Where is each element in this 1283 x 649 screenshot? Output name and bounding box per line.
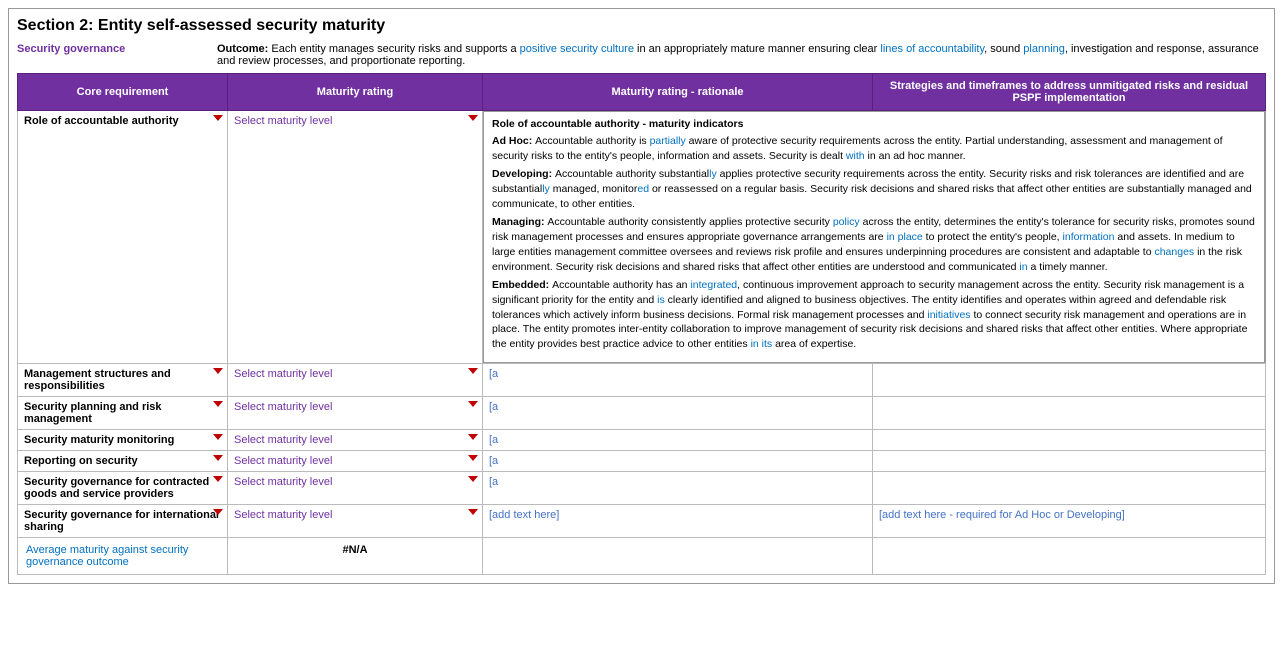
strategies-cell-5[interactable] <box>873 450 1266 471</box>
tooltip-section-adhoc: Ad Hoc: Accountable authority is partial… <box>492 134 1256 163</box>
section-title: Section 2: Entity self-assessed security… <box>17 17 1266 35</box>
tooltip-section-embedded: Embedded: Accountable authority has an i… <box>492 278 1256 351</box>
average-strategies-cell <box>873 537 1266 574</box>
tooltip-label-managing: Managing: <box>492 216 547 228</box>
maturity-cell-2[interactable]: Select maturity level <box>228 363 483 396</box>
tooltip-section-managing: Managing: Accountable authority consiste… <box>492 215 1256 274</box>
maturity-cell-3[interactable]: Select maturity level <box>228 396 483 429</box>
strategies-cell-7[interactable]: [add text here - required for Ad Hoc or … <box>873 504 1266 537</box>
table-row: Security maturity monitoring Select matu… <box>18 429 1266 450</box>
select-maturity-3[interactable]: Select maturity level <box>234 401 332 413</box>
maturity-cell-6[interactable]: Select maturity level <box>228 471 483 504</box>
governance-label: Security governance <box>17 43 217 67</box>
tooltip-box: Role of accountable authority - maturity… <box>483 111 1265 363</box>
core-req-label-7: Security governance for international sh… <box>24 509 219 533</box>
outcome-prefix: Outcome: <box>217 43 268 55</box>
average-label-cell: Average maturity against security govern… <box>18 537 228 574</box>
core-req-cell-6: Security governance for contracted goods… <box>18 471 228 504</box>
tooltip-title: Role of accountable authority - maturity… <box>492 118 1256 130</box>
tooltip-label-adhoc: Ad Hoc: <box>492 135 535 147</box>
select-maturity-5[interactable]: Select maturity level <box>234 455 332 467</box>
average-rationale-cell <box>483 537 873 574</box>
tooltip-text-managing: Accountable authority consistently appli… <box>492 216 1255 272</box>
select-maturity-7[interactable]: Select maturity level <box>234 509 332 521</box>
select-maturity-2[interactable]: Select maturity level <box>234 368 332 380</box>
core-req-label-2: Management structures and responsibiliti… <box>24 368 171 392</box>
table-row: Security governance for contracted goods… <box>18 471 1266 504</box>
core-req-cell-5: Reporting on security <box>18 450 228 471</box>
tooltip-section-developing: Developing: Accountable authority substa… <box>492 167 1256 211</box>
average-row: Average maturity against security govern… <box>18 537 1266 574</box>
average-value: #N/A <box>342 544 367 556</box>
outcome-row: Security governance Outcome: Each entity… <box>17 43 1266 67</box>
rationale-placeholder-4[interactable]: [a <box>489 434 498 446</box>
col-header-rationale: Maturity rating - rationale <box>483 74 873 111</box>
average-value-cell: #N/A <box>228 537 483 574</box>
table-row: Reporting on security Select maturity le… <box>18 450 1266 471</box>
strategies-cell-2[interactable] <box>873 363 1266 396</box>
rationale-cell-4[interactable]: [a <box>483 429 873 450</box>
core-req-label-1: Role of accountable authority <box>24 115 179 127</box>
select-maturity-4[interactable]: Select maturity level <box>234 434 332 446</box>
page-container: Section 2: Entity self-assessed security… <box>8 8 1275 584</box>
core-req-cell-4: Security maturity monitoring <box>18 429 228 450</box>
rationale-placeholder-2[interactable]: [a <box>489 368 498 380</box>
strategies-cell-4[interactable] <box>873 429 1266 450</box>
rationale-tooltip-cell-1: Role of accountable authority - maturity… <box>483 111 1266 364</box>
rationale-placeholder-7[interactable]: [add text here] <box>489 509 559 521</box>
maturity-cell-5[interactable]: Select maturity level <box>228 450 483 471</box>
rationale-placeholder-6[interactable]: [a <box>489 476 498 488</box>
select-maturity-6[interactable]: Select maturity level <box>234 476 332 488</box>
col-header-maturity-rating: Maturity rating <box>228 74 483 111</box>
col-header-core-req: Core requirement <box>18 74 228 111</box>
core-req-cell-3: Security planning and risk management <box>18 396 228 429</box>
rationale-cell-6[interactable]: [a <box>483 471 873 504</box>
select-maturity-1[interactable]: Select maturity level <box>234 115 332 127</box>
rationale-placeholder-3[interactable]: [a <box>489 401 498 413</box>
tooltip-label-embedded: Embedded: <box>492 279 552 291</box>
table-row: Security planning and risk management Se… <box>18 396 1266 429</box>
col-header-strategies: Strategies and timeframes to address unm… <box>873 74 1266 111</box>
rationale-cell-2[interactable]: [a <box>483 363 873 396</box>
average-label: Average maturity against security govern… <box>26 544 188 568</box>
rationale-cell-7[interactable]: [add text here] <box>483 504 873 537</box>
maturity-cell-1[interactable]: Select maturity level <box>228 111 483 364</box>
table-row: Security governance for international sh… <box>18 504 1266 537</box>
core-req-label-3: Security planning and risk management <box>24 401 162 425</box>
outcome-text: Outcome: Each entity manages security ri… <box>217 43 1266 67</box>
rationale-cell-3[interactable]: [a <box>483 396 873 429</box>
core-req-cell-2: Management structures and responsibiliti… <box>18 363 228 396</box>
tooltip-text-embedded: Accountable authority has an integrated,… <box>492 279 1247 350</box>
strategies-placeholder-7[interactable]: [add text here - required for Ad Hoc or … <box>879 509 1125 521</box>
maturity-cell-7[interactable]: Select maturity level <box>228 504 483 537</box>
core-req-cell-1: Role of accountable authority <box>18 111 228 364</box>
tooltip-label-developing: Developing: <box>492 168 555 180</box>
core-req-cell-7: Security governance for international sh… <box>18 504 228 537</box>
rationale-placeholder-5[interactable]: [a <box>489 455 498 467</box>
strategies-cell-6[interactable] <box>873 471 1266 504</box>
core-req-label-4: Security maturity monitoring <box>24 434 174 446</box>
rationale-cell-5[interactable]: [a <box>483 450 873 471</box>
table-row: Role of accountable authority Select mat… <box>18 111 1266 364</box>
core-req-label-5: Reporting on security <box>24 455 138 467</box>
maturity-cell-4[interactable]: Select maturity level <box>228 429 483 450</box>
main-table: Core requirement Maturity rating Maturit… <box>17 73 1266 575</box>
table-row: Management structures and responsibiliti… <box>18 363 1266 396</box>
strategies-cell-3[interactable] <box>873 396 1266 429</box>
tooltip-text-adhoc: Accountable authority is partially aware… <box>492 135 1223 162</box>
tooltip-text-developing: Accountable authority substantially appl… <box>492 168 1252 209</box>
table-header-row: Core requirement Maturity rating Maturit… <box>18 74 1266 111</box>
core-req-label-6: Security governance for contracted goods… <box>24 476 209 500</box>
